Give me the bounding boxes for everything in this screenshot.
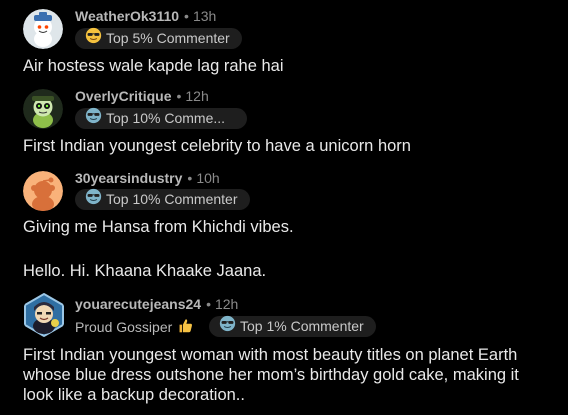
timestamp: 10h xyxy=(196,170,220,186)
comment-text-line-1: Giving me Hansa from Khichdi vibes. xyxy=(23,218,294,236)
username[interactable]: WeatherOk3110 • 13h xyxy=(75,8,216,24)
timestamp: 13h xyxy=(192,8,217,24)
comment-text: First Indian youngest celebrity to have … xyxy=(23,137,411,155)
separator-dot: • xyxy=(187,170,193,186)
sunglasses-emoji-icon xyxy=(85,188,102,211)
timestamp: 12h xyxy=(185,88,209,104)
username[interactable]: OverlyCritique • 12h xyxy=(75,88,209,104)
badge-label: Top 10% Commenter xyxy=(106,191,238,207)
separator-dot: • xyxy=(176,88,182,104)
snoo-avatar-icon xyxy=(24,293,64,337)
avatar[interactable] xyxy=(22,293,66,337)
username[interactable]: youarecutejeans24 • 12h xyxy=(75,296,238,312)
commenter-badge[interactable]: Top 10% Commenter xyxy=(75,188,250,211)
separator-dot: • xyxy=(206,296,211,312)
avatar[interactable] xyxy=(23,171,63,211)
commenter-badge[interactable]: Top 1% Commenter xyxy=(209,315,376,338)
timestamp: 12h xyxy=(214,296,239,312)
username-text[interactable]: youarecutejeans24 xyxy=(75,296,201,312)
sunglasses-emoji-icon xyxy=(85,27,102,50)
commenter-badge[interactable]: Top 5% Commenter xyxy=(75,27,242,50)
commenter-badge[interactable]: Top 10% Comme... xyxy=(75,107,247,130)
username-text[interactable]: WeatherOk3110 xyxy=(75,8,179,24)
comment-text: Air hostess wale kapde lag rahe hai xyxy=(23,57,284,75)
avatar[interactable] xyxy=(23,9,63,49)
comment-text-line-2: Hello. Hi. Khaana Khaake Jaana. xyxy=(23,262,267,280)
avatar[interactable] xyxy=(23,89,63,129)
username-text[interactable]: 30yearsindustry xyxy=(75,170,182,186)
default-snoo-avatar-icon xyxy=(23,171,63,211)
sunglasses-emoji-icon xyxy=(219,315,236,338)
badge-label: Top 5% Commenter xyxy=(106,30,230,46)
comment-text: First Indian youngest woman with most be… xyxy=(23,346,519,404)
thumbs-up-emoji-icon xyxy=(177,317,194,337)
snoo-avatar-icon xyxy=(23,9,63,49)
username[interactable]: 30yearsindustry • 10h xyxy=(75,170,220,186)
username-text[interactable]: OverlyCritique xyxy=(75,88,171,104)
badge-label: Top 10% Comme... xyxy=(106,110,226,126)
sunglasses-emoji-icon xyxy=(85,107,102,130)
flair-label: Proud Gossiper xyxy=(75,319,173,335)
snoo-avatar-icon xyxy=(23,89,63,129)
badge-label: Top 1% Commenter xyxy=(240,318,364,334)
separator-dot: • xyxy=(184,8,189,24)
user-flair: Proud Gossiper xyxy=(75,317,194,337)
